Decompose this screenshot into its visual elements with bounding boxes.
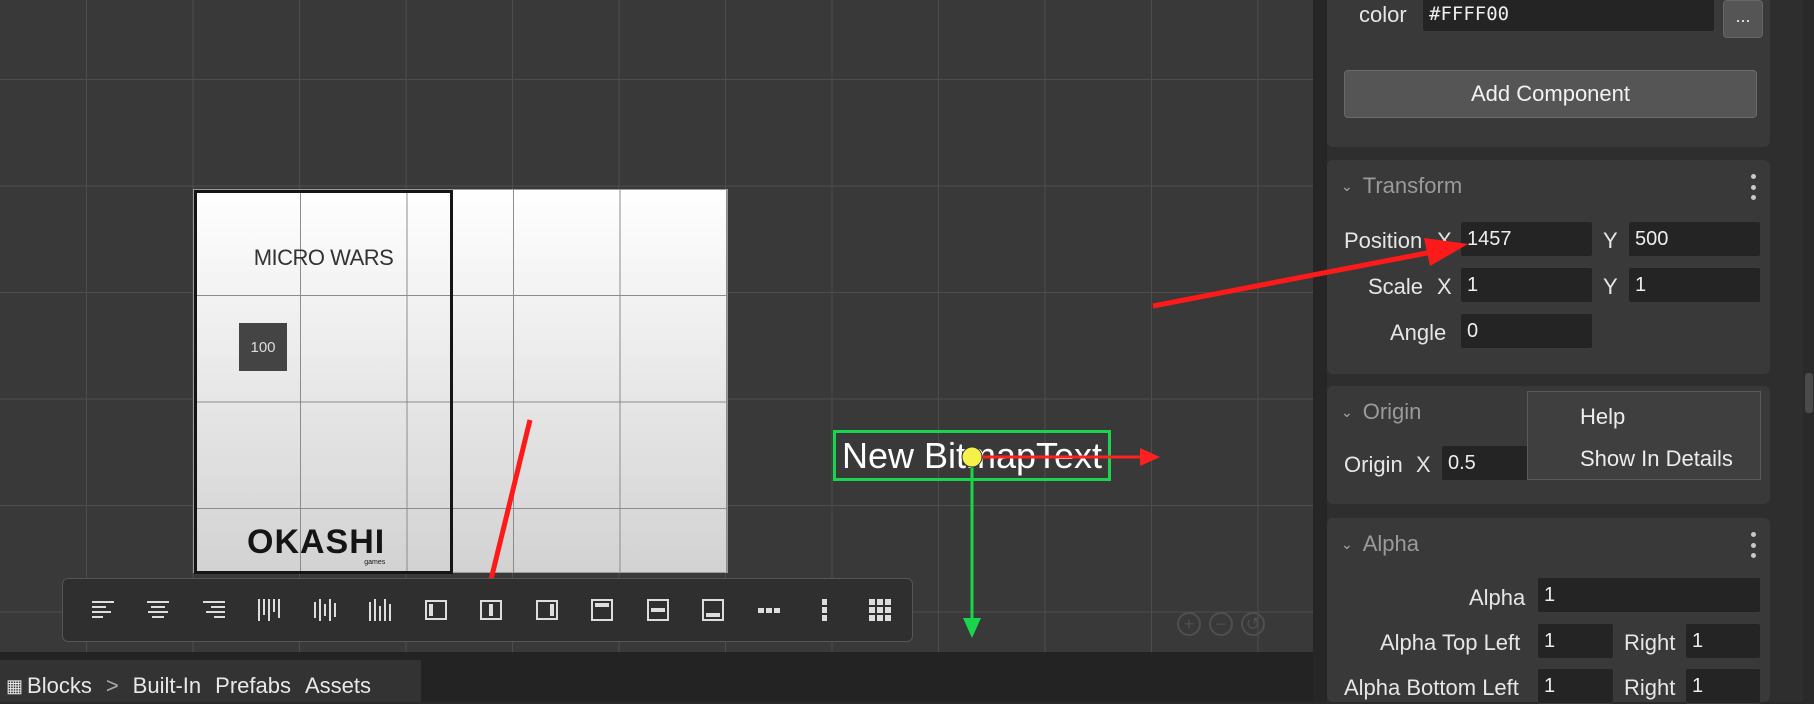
zoom-reset-icon[interactable]: ↺ <box>1241 612 1265 636</box>
menu-item-help[interactable]: Help <box>1580 404 1625 430</box>
alpha-bottom-right-field[interactable]: 1 <box>1685 668 1761 704</box>
position-y-label: Y <box>1603 228 1618 253</box>
logo-image[interactable]: OKASHI games <box>247 523 386 566</box>
zoom-controls: + − ↺ <box>1177 612 1265 636</box>
align-border-middle-icon <box>646 599 669 621</box>
alpha-top-right-field[interactable]: 1 <box>1685 623 1761 659</box>
scale-x-label: X <box>1437 274 1452 299</box>
distribute-horizontal-icon <box>757 608 780 613</box>
chevron-down-icon: ⌄ <box>1341 403 1353 420</box>
add-component-button[interactable]: Add Component <box>1344 70 1757 118</box>
score-box[interactable]: 100 <box>239 323 287 371</box>
scale-label: Scale <box>1368 274 1424 299</box>
grid-layout-button[interactable] <box>852 587 908 633</box>
breadcrumb-built-in[interactable]: Built-In <box>133 670 201 702</box>
align-border-right-button[interactable] <box>519 587 575 633</box>
breadcrumb-separator: > <box>105 673 119 698</box>
color-label: color <box>1359 2 1407 27</box>
alignment-toolbar <box>62 578 913 642</box>
align-left-icon <box>91 601 114 618</box>
bottom-bar: ▦ Blocks > Built-In Prefabs Assets <box>0 652 1313 702</box>
alpha-field[interactable]: 1 <box>1537 577 1761 613</box>
origin-label: Origin <box>1344 452 1403 477</box>
gizmo-y-arrowhead <box>963 618 981 638</box>
align-border-center-icon <box>480 600 503 620</box>
blocks-breadcrumb: ▦ Blocks > Built-In Prefabs Assets <box>0 660 421 702</box>
alpha-bottom-left-label: Alpha Bottom Left <box>1344 675 1519 700</box>
alpha-menu-icon[interactable] <box>1750 532 1756 558</box>
origin-header[interactable]: ⌄ Origin <box>1341 394 1421 430</box>
distribute-vertical-button[interactable] <box>797 587 853 633</box>
distribute-right-icon <box>369 599 392 621</box>
alpha-bottom-left-field[interactable]: 1 <box>1537 668 1614 704</box>
align-right-button[interactable] <box>186 587 242 633</box>
transform-title: Transform <box>1362 173 1463 198</box>
panel-divider[interactable] <box>1313 0 1327 702</box>
chevron-down-icon: ⌄ <box>1341 177 1353 194</box>
chevron-down-icon: ⌄ <box>1341 535 1353 552</box>
logo-subtext: games <box>364 559 386 566</box>
distribute-left-icon <box>258 599 281 621</box>
alpha-top-right-label: Right <box>1624 630 1676 655</box>
angle-field[interactable]: 0 <box>1460 313 1593 349</box>
alpha-top-left-label: Alpha Top Left <box>1380 630 1521 655</box>
blocks-icon: ▦ <box>6 676 24 696</box>
align-border-top-icon <box>591 599 614 621</box>
game-frame[interactable]: MICRO WARS 100 OKASHI games <box>193 189 728 574</box>
angle-label: Angle <box>1390 320 1447 345</box>
grid-layout-icon <box>868 599 891 621</box>
alpha-label: Alpha <box>1469 585 1526 610</box>
position-x-field[interactable]: 1457 <box>1460 221 1593 257</box>
zoom-out-icon[interactable]: − <box>1209 612 1233 636</box>
alpha-header[interactable]: ⌄ Alpha <box>1341 526 1419 562</box>
context-menu: Help Show In Details <box>1527 391 1761 480</box>
distribute-center-icon <box>313 599 336 621</box>
distribute-right-button[interactable] <box>353 587 409 633</box>
zoom-in-icon[interactable]: + <box>1177 612 1201 636</box>
position-x-label: X <box>1437 228 1452 253</box>
alpha-bottom-right-label: Right <box>1624 675 1676 700</box>
menu-item-show-in-details[interactable]: Show In Details <box>1580 446 1733 472</box>
scale-y-label: Y <box>1603 274 1618 299</box>
transform-menu-icon[interactable] <box>1750 174 1756 200</box>
align-border-center-button[interactable] <box>464 587 520 633</box>
scale-y-field[interactable]: 1 <box>1628 267 1761 303</box>
align-border-top-button[interactable] <box>575 587 631 633</box>
bitmap-text-object[interactable]: New BitmapText <box>833 430 1111 481</box>
distribute-horizontal-button[interactable] <box>741 587 797 633</box>
distribute-center-button[interactable] <box>297 587 353 633</box>
gizmo-x-arrowhead <box>1140 448 1160 466</box>
position-y-field[interactable]: 500 <box>1628 221 1761 257</box>
logo-text: OKASHI <box>247 523 386 561</box>
game-title-text[interactable]: MICRO WARS <box>197 245 450 271</box>
origin-title: Origin <box>1362 399 1422 424</box>
align-border-right-icon <box>535 600 558 620</box>
align-border-left-icon <box>424 600 447 620</box>
align-center-icon <box>147 601 170 618</box>
breadcrumb-blocks[interactable]: Blocks <box>27 670 92 702</box>
selected-container[interactable]: MICRO WARS 100 OKASHI games <box>194 190 453 574</box>
align-border-middle-button[interactable] <box>630 587 686 633</box>
color-more-button[interactable]: ... <box>1723 0 1763 38</box>
position-label: Position <box>1344 228 1423 253</box>
align-border-left-button[interactable] <box>408 587 464 633</box>
align-center-button[interactable] <box>131 587 187 633</box>
breadcrumb-prefabs[interactable]: Prefabs <box>215 670 291 702</box>
breadcrumb-assets[interactable]: Assets <box>305 670 371 702</box>
align-border-bottom-button[interactable] <box>686 587 742 633</box>
inspector-scroll-thumb[interactable] <box>1805 373 1813 413</box>
origin-x-label: X <box>1416 452 1431 477</box>
inspector-scrollbar[interactable] <box>1803 0 1814 702</box>
align-left-button[interactable] <box>75 587 131 633</box>
alpha-top-left-field[interactable]: 1 <box>1537 623 1614 659</box>
align-border-bottom-icon <box>702 599 725 621</box>
scene-canvas[interactable]: MICRO WARS 100 OKASHI games New BitmapTex… <box>0 0 1313 652</box>
scale-x-field[interactable]: 1 <box>1460 267 1593 303</box>
align-right-icon <box>202 601 225 618</box>
distribute-vertical-icon <box>822 599 828 621</box>
transform-header[interactable]: ⌄ Transform <box>1341 168 1462 204</box>
alpha-title: Alpha <box>1362 531 1420 556</box>
color-field[interactable]: #FFFF00 <box>1422 0 1715 32</box>
distribute-left-button[interactable] <box>242 587 298 633</box>
